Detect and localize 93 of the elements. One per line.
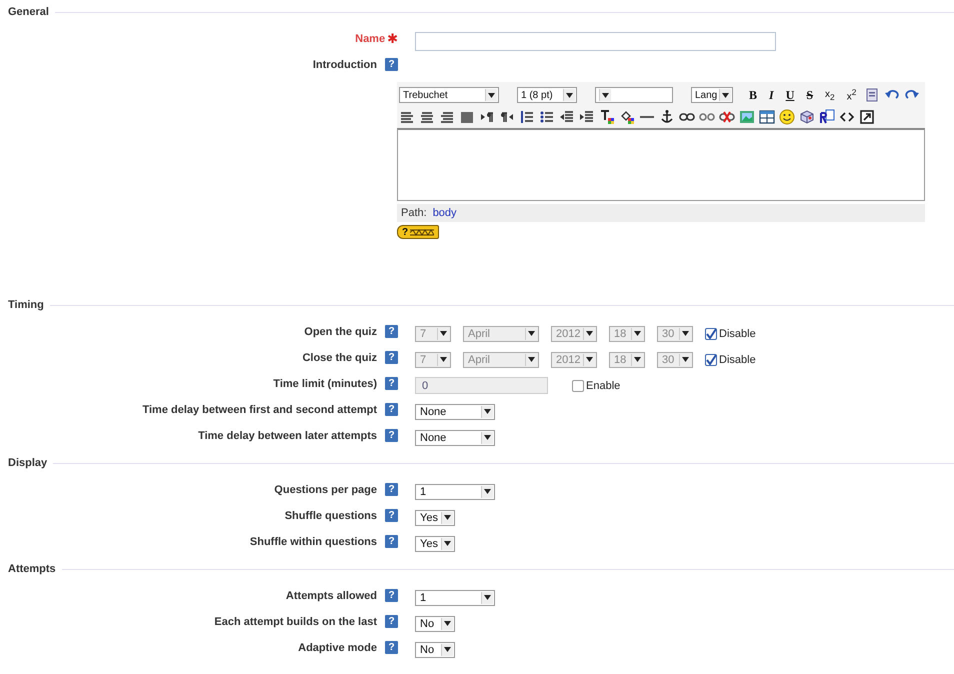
caret-icon (682, 331, 689, 336)
caret-icon (682, 357, 689, 362)
underline-button[interactable]: U (782, 86, 798, 104)
caret-icon (484, 489, 491, 494)
section-heading: Timing (7, 299, 44, 311)
bullet-list-icon[interactable] (539, 109, 555, 125)
caret-icon (444, 515, 451, 520)
help-icon[interactable]: ? (385, 615, 398, 628)
section-heading: Attempts (7, 563, 56, 575)
zigzag-icon (410, 228, 434, 236)
strike-button[interactable]: S (802, 86, 818, 104)
caret-icon (528, 357, 535, 362)
field-label: Shuffle within questions (250, 536, 377, 548)
help-icon[interactable]: ? (385, 535, 398, 548)
field-label: Time limit (minutes) (273, 378, 377, 390)
help-icon[interactable]: ? (385, 58, 398, 71)
caret-icon (440, 357, 447, 362)
caret-icon (722, 92, 729, 98)
dropdown[interactable]: None (415, 404, 495, 420)
checkbox-label: Disable (719, 328, 756, 340)
field-label: Introduction (312, 58, 377, 70)
help-icon[interactable]: ? (385, 509, 398, 522)
sup-button[interactable]: x$^{2}$ (842, 86, 860, 104)
caret-icon (444, 541, 451, 546)
caret-icon (484, 435, 491, 440)
field-label: Close the quiz (302, 352, 377, 364)
name-field[interactable] (415, 32, 776, 51)
italic-button[interactable]: I (765, 86, 778, 104)
size-dropdown[interactable]: 1 (8 pt) (517, 87, 577, 103)
caret-icon (444, 621, 451, 626)
caret-icon (634, 331, 641, 336)
align-right-icon[interactable] (439, 109, 455, 125)
align-center-icon[interactable] (419, 109, 435, 125)
dropdown[interactable]: None (415, 430, 495, 446)
outdent-icon[interactable] (559, 109, 575, 125)
dropdown[interactable]: Yes (415, 536, 455, 552)
field-label: Each attempt builds on the last (214, 616, 377, 628)
section-heading: General (7, 6, 49, 18)
table-icon[interactable] (759, 109, 775, 125)
field-label: Open the quiz (304, 326, 377, 338)
path-link[interactable]: body (432, 207, 457, 219)
remove-link-icon[interactable] (719, 109, 735, 125)
cube-icon[interactable] (799, 109, 815, 125)
dropdown[interactable]: Yes (415, 510, 455, 526)
field-label: Time delay between first and second attempt (142, 404, 377, 416)
field-label: Questions per page (274, 484, 377, 496)
caret-icon (586, 331, 593, 336)
path-label: Path: (401, 207, 427, 219)
caret-icon (444, 647, 451, 652)
caret-icon (566, 92, 573, 98)
paste-icon[interactable] (864, 87, 880, 103)
caret-icon (440, 331, 447, 336)
paint-bucket-icon[interactable] (619, 109, 635, 125)
help-icon[interactable]: ? (385, 483, 398, 496)
help-icon[interactable]: ? (385, 429, 398, 442)
align-left-icon[interactable] (399, 109, 415, 125)
checkbox-label: Enable (586, 380, 620, 392)
required-mark: ✱ (387, 30, 398, 46)
font-dropdown[interactable]: Trebuchet (399, 87, 499, 103)
caret-icon (528, 331, 535, 336)
field-label: Attempts allowed (286, 590, 377, 602)
dropdown[interactable]: 1 (415, 484, 495, 500)
caret-icon (488, 92, 495, 98)
text-color-icon[interactable] (599, 109, 615, 125)
dropdown[interactable]: 1 (415, 590, 495, 606)
sub-button[interactable]: x$_{2}$ (821, 86, 839, 104)
help-icon[interactable]: ? (385, 403, 398, 416)
justify-icon[interactable] (459, 109, 475, 125)
fullscreen-icon[interactable] (859, 109, 875, 125)
caret-icon (484, 595, 491, 600)
help-icon[interactable]: ? (385, 641, 398, 654)
replace-icon[interactable] (819, 109, 835, 125)
section-heading: Display (7, 457, 48, 469)
editor-help-button[interactable]: ? (397, 225, 440, 239)
dropdown[interactable]: No (415, 616, 455, 632)
format-dropdown[interactable] (595, 87, 673, 103)
caret-icon (602, 92, 609, 98)
caret-icon (484, 409, 491, 414)
checkbox-label: Disable (719, 354, 756, 366)
dropdown[interactable]: No (415, 642, 455, 658)
field-label: Shuffle questions (284, 510, 377, 522)
indent-icon[interactable] (579, 109, 595, 125)
bold-button[interactable]: B (745, 86, 762, 104)
caret-icon (586, 357, 593, 362)
field-label: Time delay between later attempts (198, 430, 377, 442)
numbered-list-icon[interactable] (519, 109, 535, 125)
anchor-icon[interactable] (659, 109, 675, 125)
smiley-icon[interactable] (779, 109, 795, 125)
help-icon[interactable]: ? (385, 589, 398, 602)
caret-icon (634, 357, 641, 362)
lang-dropdown[interactable]: Lang (691, 87, 733, 103)
field-label: Adaptive mode (298, 642, 377, 654)
field-label: Name (355, 32, 386, 44)
